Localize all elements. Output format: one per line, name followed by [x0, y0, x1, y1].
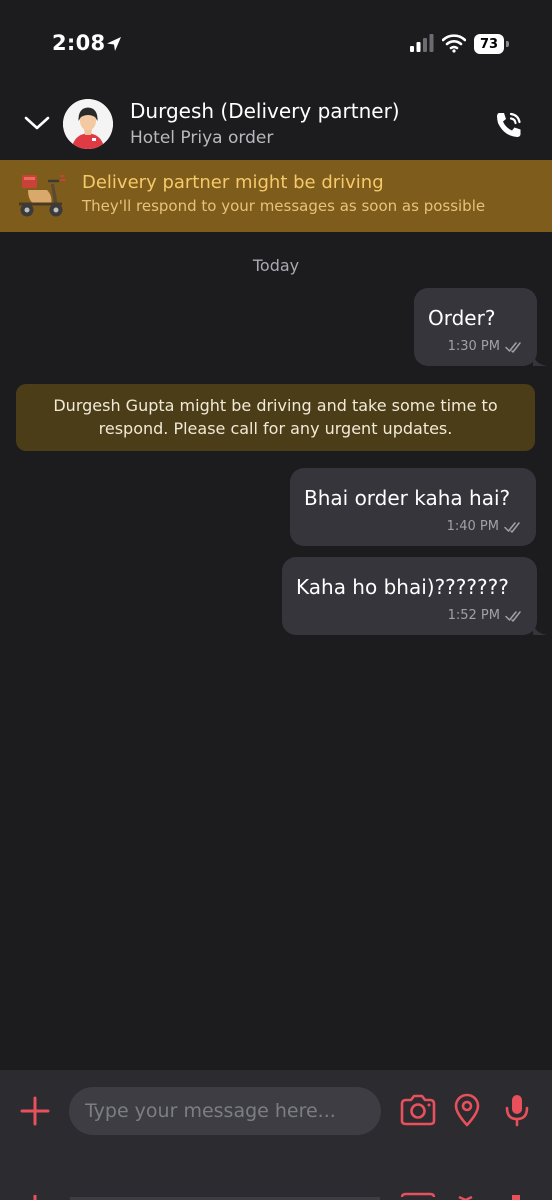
message-bubble[interactable]: Kaha ho bhai)??????? 1:52 PM: [282, 557, 547, 635]
scooter-icon: [19, 175, 66, 217]
message-bubble[interactable]: Order? 1:30 PM: [414, 288, 547, 366]
location-arrow-icon: [107, 37, 121, 51]
double-check-icon: [504, 521, 520, 533]
plus-icon[interactable]: [18, 1094, 52, 1128]
composer-overflow-row: [0, 1188, 552, 1200]
message-text: Kaha ho bhai)???????: [296, 575, 509, 599]
delivery-partner-avatar-icon: [63, 99, 113, 149]
camera-icon[interactable]: [399, 1092, 437, 1128]
location-pin-icon[interactable]: [452, 1092, 482, 1128]
partial-icons: [33, 1192, 520, 1200]
double-check-icon: [505, 610, 521, 622]
microphone-icon[interactable]: [502, 1092, 532, 1128]
call-icon[interactable]: [492, 108, 526, 142]
chevron-down-icon[interactable]: [22, 113, 52, 133]
driving-notice: Durgesh Gupta might be driving and take …: [16, 384, 535, 451]
wifi-icon: [442, 34, 466, 53]
signal-icon: [410, 34, 434, 52]
avatar: [63, 99, 113, 149]
message-text: Bhai order kaha hai?: [304, 486, 511, 510]
status-time: 2:08: [52, 31, 106, 55]
bubble-tail: [533, 623, 547, 635]
message-time: 1:40 PM: [446, 519, 499, 534]
date-label: Today: [252, 256, 300, 275]
message-meta: 1:52 PM: [448, 608, 523, 623]
bubble-tail: [533, 354, 547, 366]
message-meta: 1:40 PM: [447, 519, 522, 534]
status-bar: 2:08 73: [0, 0, 552, 80]
message-input[interactable]: [69, 1087, 381, 1135]
battery-cap: [506, 41, 509, 47]
driving-banner: Delivery partner might be driving They'l…: [0, 160, 552, 232]
order-name: Hotel Priya order: [130, 128, 274, 148]
message-meta: 1:30 PM: [448, 339, 523, 354]
double-check-icon: [505, 341, 521, 353]
banner-subtitle: They'll respond to your messages as soon…: [82, 197, 486, 215]
banner-title: Delivery partner might be driving: [82, 172, 384, 193]
battery-icon: 73: [474, 34, 512, 54]
chat-header: Durgesh (Delivery partner) Hotel Priya o…: [0, 80, 552, 160]
partner-name: Durgesh (Delivery partner): [130, 99, 400, 123]
battery-level: 73: [474, 34, 504, 54]
message-time: 1:52 PM: [447, 608, 500, 623]
message-bubble[interactable]: Bhai order kaha hai? 1:40 PM: [290, 468, 536, 546]
message-time: 1:30 PM: [447, 339, 500, 354]
message-text: Order?: [428, 306, 496, 330]
message-composer: [0, 1070, 552, 1200]
